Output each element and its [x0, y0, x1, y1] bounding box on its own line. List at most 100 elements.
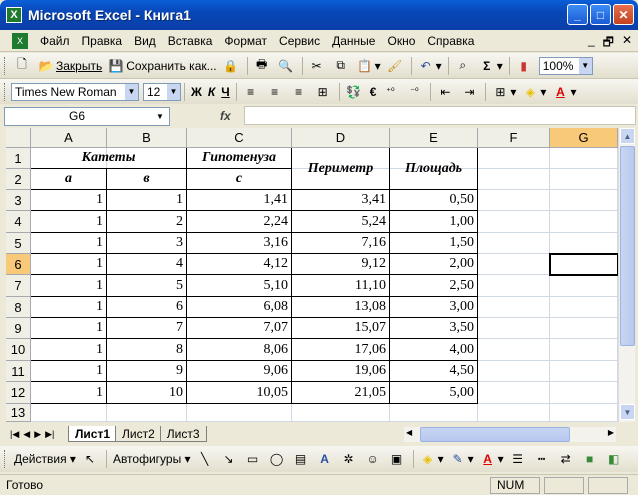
row-header[interactable]: 8	[6, 297, 31, 318]
scroll-left-icon[interactable]: ◀	[406, 428, 412, 437]
minimize-button[interactable]: _	[567, 4, 588, 25]
font-select[interactable]: Times New Roman ▼	[11, 82, 139, 101]
column-header[interactable]: B	[107, 128, 187, 148]
data-cell[interactable]: 2,24	[187, 211, 292, 233]
preview-button[interactable]: 🔍	[275, 56, 299, 76]
doc-minimize-icon[interactable]: _	[588, 33, 595, 54]
fx-icon[interactable]: fx	[220, 109, 231, 123]
cell[interactable]	[107, 404, 187, 422]
data-cell[interactable]: 5,10	[187, 275, 292, 297]
column-header[interactable]: E	[390, 128, 478, 148]
row-header[interactable]: 9	[6, 318, 31, 339]
menu-tools[interactable]: Сервис	[273, 34, 326, 48]
underline-button[interactable]: Ч	[218, 82, 232, 102]
data-cell[interactable]: 3,00	[390, 297, 478, 318]
data-cell[interactable]: 8	[107, 339, 187, 361]
data-cell[interactable]: 6	[107, 297, 187, 318]
header-ploshad[interactable]: Площадь	[390, 148, 478, 190]
wordart-button[interactable]: A	[314, 449, 338, 469]
data-cell[interactable]: 3,41	[292, 190, 390, 211]
diagram-button[interactable]: ✲	[338, 449, 362, 469]
cell[interactable]	[478, 169, 550, 190]
draw-fill-color-button[interactable]: ◈ ▾	[417, 449, 447, 469]
bold-button[interactable]: Ж	[188, 82, 205, 102]
data-cell[interactable]: 0,50	[390, 190, 478, 211]
sheet-tab-1[interactable]: Лист1	[68, 426, 118, 442]
row-header[interactable]: 5	[6, 233, 31, 254]
cell[interactable]	[478, 297, 550, 318]
chevron-down-icon[interactable]: ▼	[167, 83, 180, 100]
menu-help[interactable]: Справка	[421, 34, 480, 48]
increase-decimal-button[interactable]: ⁺⁰	[379, 82, 403, 102]
data-cell[interactable]: 11,10	[292, 275, 390, 297]
data-cell[interactable]: 10	[107, 382, 187, 404]
euro-button[interactable]: €	[367, 82, 380, 102]
cell[interactable]	[550, 339, 618, 361]
horizontal-scrollbar[interactable]: ◀ ▶	[404, 427, 616, 442]
data-cell[interactable]: 1	[31, 254, 107, 275]
decrease-indent-button[interactable]: ⇤	[434, 82, 458, 102]
cell[interactable]	[478, 233, 550, 254]
data-cell[interactable]: 21,05	[292, 382, 390, 404]
header-perimetr[interactable]: Периметр	[292, 148, 390, 190]
row-header[interactable]: 2	[6, 169, 31, 190]
cell[interactable]	[550, 190, 618, 211]
print-button[interactable]: 🖶	[251, 56, 275, 76]
row-header[interactable]: 6	[6, 254, 31, 275]
permission-button[interactable]: 🔒	[220, 56, 244, 76]
data-cell[interactable]: 1	[31, 190, 107, 211]
formula-input[interactable]	[244, 106, 636, 125]
data-cell[interactable]: 2,00	[390, 254, 478, 275]
data-cell[interactable]: 4,12	[187, 254, 292, 275]
borders-button[interactable]: ⊞ ▾	[489, 82, 519, 102]
data-cell[interactable]: 1	[31, 382, 107, 404]
currency-style-button[interactable]: 💱	[343, 82, 367, 102]
data-cell[interactable]: 1	[31, 361, 107, 382]
data-cell[interactable]: 1	[31, 233, 107, 254]
data-cell[interactable]: 1,50	[390, 233, 478, 254]
shadow-button[interactable]: ■	[579, 449, 603, 469]
column-header[interactable]: C	[187, 128, 292, 148]
data-cell[interactable]: 15,07	[292, 318, 390, 339]
cell[interactable]	[478, 190, 550, 211]
last-sheet-icon[interactable]: ▶|	[45, 429, 54, 440]
cell[interactable]	[478, 339, 550, 361]
line-button[interactable]: ╲	[194, 449, 218, 469]
line-style-button[interactable]: ☰	[507, 449, 531, 469]
clipart-button[interactable]: ☺	[362, 449, 386, 469]
data-cell[interactable]: 3,16	[187, 233, 292, 254]
workbook-icon[interactable]: X	[12, 32, 28, 49]
increase-indent-button[interactable]: ⇥	[458, 82, 482, 102]
undo-button[interactable]: ↶ ▾	[415, 56, 445, 76]
cell[interactable]	[478, 148, 550, 169]
cut-button[interactable]: ✂	[306, 56, 330, 76]
3d-button[interactable]: ◧	[603, 449, 627, 469]
cell[interactable]	[478, 318, 550, 339]
doc-restore-icon[interactable]: 🗗	[603, 33, 614, 54]
align-right-button[interactable]: ≡	[288, 82, 312, 102]
scroll-down-icon[interactable]: ▼	[620, 404, 635, 420]
next-sheet-icon[interactable]: ▶	[34, 429, 41, 440]
chevron-down-icon[interactable]: ▼	[578, 57, 592, 74]
menu-file[interactable]: Файл	[34, 34, 76, 48]
header-c[interactable]: с	[187, 169, 292, 190]
cell[interactable]	[390, 404, 478, 422]
cell[interactable]	[550, 382, 618, 404]
font-size-select[interactable]: 12 ▼	[143, 82, 181, 101]
zoom-select[interactable]: 100% ▼	[538, 56, 593, 75]
data-cell[interactable]: 5	[107, 275, 187, 297]
data-cell[interactable]: 7	[107, 318, 187, 339]
fill-color-button[interactable]: ◈ ▾	[519, 82, 549, 102]
cell[interactable]	[478, 361, 550, 382]
menu-view[interactable]: Вид	[128, 34, 162, 48]
data-cell[interactable]: 1	[107, 190, 187, 211]
column-header[interactable]: A	[31, 128, 107, 148]
cell[interactable]	[550, 318, 618, 339]
align-left-button[interactable]: ≡	[240, 82, 264, 102]
data-cell[interactable]: 1	[31, 339, 107, 361]
data-cell[interactable]: 3,50	[390, 318, 478, 339]
data-cell[interactable]: 1	[31, 318, 107, 339]
scroll-right-icon[interactable]: ▶	[608, 428, 614, 437]
doc-close-icon[interactable]: ✕	[622, 33, 632, 54]
active-cell-selection[interactable]	[549, 253, 618, 276]
